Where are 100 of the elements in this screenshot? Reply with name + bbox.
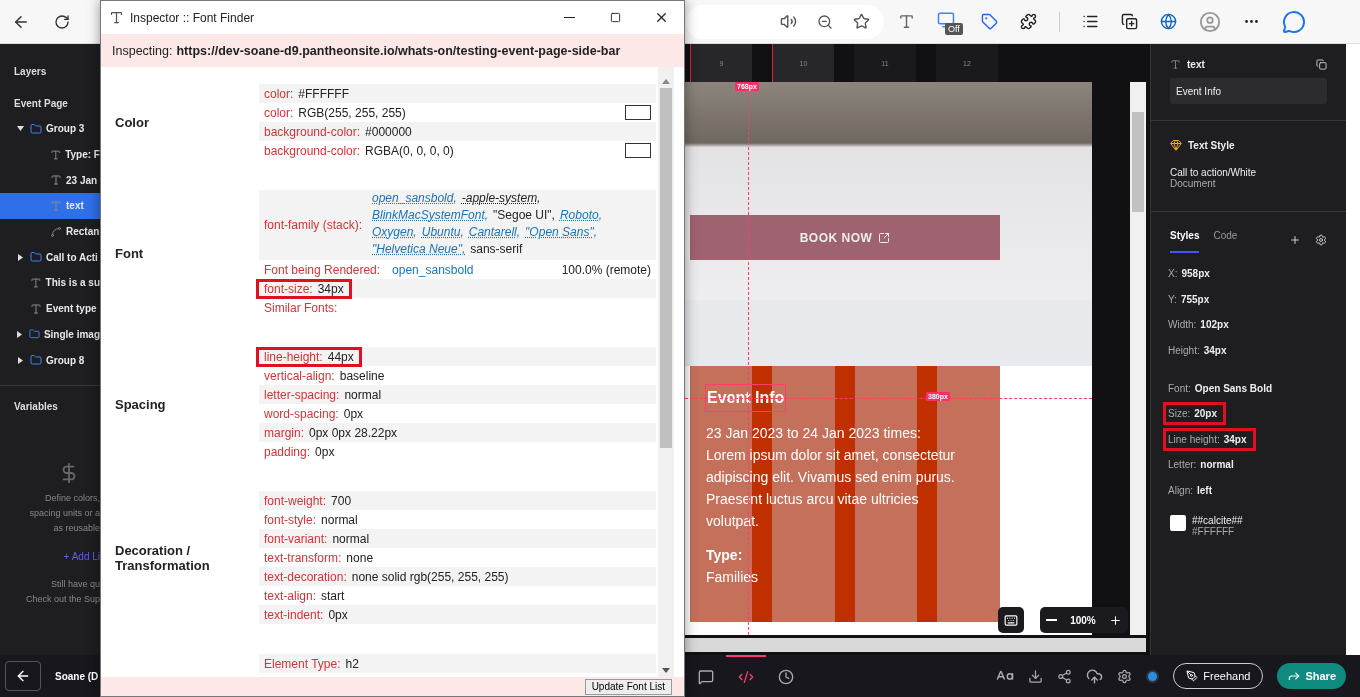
property-name: Element Type: [264, 656, 341, 671]
minus-icon [1046, 619, 1058, 621]
font-link[interactable]: open_sansbold, [372, 190, 457, 207]
layer-item[interactable]: text [0, 193, 100, 219]
selection-frame[interactable]: Event Info [705, 384, 787, 412]
layer-item[interactable]: Group 8 [0, 347, 100, 373]
download-icon[interactable] [1028, 668, 1044, 684]
property-value: RGB(255, 255, 255) [298, 105, 406, 120]
copy-icon[interactable] [1316, 58, 1327, 70]
font-link[interactable]: "Helvetica Neue", [372, 241, 466, 258]
caret-right-icon[interactable] [16, 356, 24, 364]
font-link[interactable]: Ubuntu, [421, 224, 464, 241]
layer-name-field[interactable]: Event Info [1170, 78, 1327, 104]
zoom-in-button[interactable] [1108, 613, 1122, 627]
settings-icon[interactable] [1315, 233, 1327, 246]
tag-icon[interactable] [981, 13, 998, 30]
layer-item[interactable]: Call to Acti [0, 244, 100, 271]
property-label: Height: [1168, 345, 1200, 357]
layer-item[interactable]: 23 Jan [0, 167, 100, 194]
help-text: Check out the Sup [25, 592, 100, 606]
text-icon [50, 174, 62, 187]
globe-icon[interactable] [1160, 13, 1177, 30]
property-name: vertical-align: [264, 368, 335, 383]
property-value: 958px [1181, 268, 1210, 280]
read-aloud-icon[interactable] [780, 13, 797, 30]
folder-icon [30, 122, 42, 135]
property-name: word-spacing: [264, 406, 339, 421]
text-style-name[interactable]: Call to action/White [1170, 167, 1327, 178]
layer-item[interactable]: Type: F [0, 141, 100, 168]
refresh-icon[interactable] [54, 13, 70, 30]
layer-type: text [1187, 58, 1205, 70]
caret-right-icon[interactable] [16, 253, 24, 261]
share-icon[interactable] [1057, 668, 1073, 684]
inspected-url: https://dev-soane-d9.pantheonsite.io/whats-on/testing-event-page-side-bar [176, 43, 621, 58]
keyboard-button[interactable] [998, 607, 1024, 633]
property-name: text-align: [264, 588, 317, 603]
avatar-icon[interactable] [1199, 10, 1221, 33]
panel-tab[interactable]: Styles [1170, 226, 1200, 253]
vertical-scrollbar[interactable] [658, 67, 674, 677]
property-label: Y: [1168, 293, 1177, 305]
event-description: Lorem ipsum dolor sit amet, consectetur adipiscing elit. Vivamus sed enim purus. Praesent luctus arcu vitae ultricies volutpat. [706, 446, 956, 531]
event-dates: 23 Jan 2023 to 24 Jan 2023 times: [706, 424, 922, 443]
font-extension-icon[interactable] [898, 13, 915, 30]
property-name: font-family (stack): [264, 218, 362, 232]
property-name: color: [264, 86, 294, 101]
text-icon [29, 276, 42, 289]
layer-item[interactable]: Group 3 [0, 116, 100, 142]
panel-title: Layers [13, 64, 48, 79]
layer-item[interactable]: This is a su [0, 270, 100, 296]
color-swatch[interactable] [1170, 515, 1186, 532]
keyboard-icon [1004, 612, 1018, 628]
property-name: font-variant: [264, 531, 328, 546]
font-link[interactable]: BlinkMacSystemFont, [372, 207, 489, 224]
font-name: "Segoe UI", [493, 207, 555, 224]
panel-tab[interactable]: Code [1213, 226, 1238, 253]
caret-down-icon[interactable] [16, 125, 24, 133]
share-button[interactable]: Share [1277, 663, 1346, 689]
font-link[interactable]: Cantarell, [468, 224, 521, 241]
property-label: Font: [1168, 382, 1191, 394]
property-value: 34px [317, 281, 344, 296]
settings-icon[interactable] [1117, 668, 1133, 684]
property-name: text-indent: [264, 607, 324, 622]
add-icon[interactable] [1289, 233, 1301, 246]
font-link[interactable]: "Open Sans", [525, 224, 597, 241]
window-title: Inspector :: Font Finder [130, 10, 255, 25]
property-value: 0px [343, 406, 364, 421]
update-font-list-button[interactable]: Update Font List [584, 678, 672, 695]
property-name: font-size: [264, 281, 313, 296]
back-button[interactable] [5, 661, 41, 691]
caret-right-icon[interactable] [15, 330, 23, 338]
vertical-scrollbar[interactable] [1130, 82, 1146, 635]
layer-item[interactable]: Single imag [0, 321, 100, 348]
property-value: 0px 0px 28.22px [309, 425, 398, 440]
page-name[interactable]: Event Page [0, 90, 100, 116]
property-value: baseline [339, 368, 385, 383]
layer-item[interactable]: Event type [0, 295, 100, 322]
extensions-icon[interactable] [1020, 13, 1037, 30]
property-value: none [346, 550, 374, 565]
gem-icon [1170, 139, 1182, 151]
add-favorite-icon[interactable] [853, 13, 870, 30]
cloud-upload-icon[interactable] [1086, 667, 1104, 685]
property-value: #FFFFFF [298, 86, 349, 101]
layer-item[interactable]: Rectan [0, 218, 100, 245]
chat-icon[interactable] [1282, 9, 1306, 34]
property-name: font-weight: [264, 493, 327, 508]
property-value: normal [344, 387, 382, 402]
extension-badge: Off [945, 22, 963, 35]
property-value: normal [332, 531, 370, 546]
address-bar[interactable] [686, 4, 884, 39]
external-link-icon [878, 231, 891, 244]
horizontal-scrollbar[interactable] [685, 638, 1146, 652]
book-now-button[interactable]: BOOK NOW [690, 215, 1000, 260]
variables-description: spacing units or a [29, 506, 100, 520]
favorites-icon[interactable] [1082, 13, 1099, 30]
collections-icon[interactable] [1121, 13, 1138, 30]
zoom-out-icon[interactable] [817, 13, 833, 30]
property-value: none solid rgb(255, 255, 255) [351, 569, 509, 584]
font-link[interactable]: Oxygen, [372, 224, 417, 241]
font-link[interactable]: Roboto, [559, 207, 602, 224]
rendered-font: open_sansbold [392, 262, 474, 277]
